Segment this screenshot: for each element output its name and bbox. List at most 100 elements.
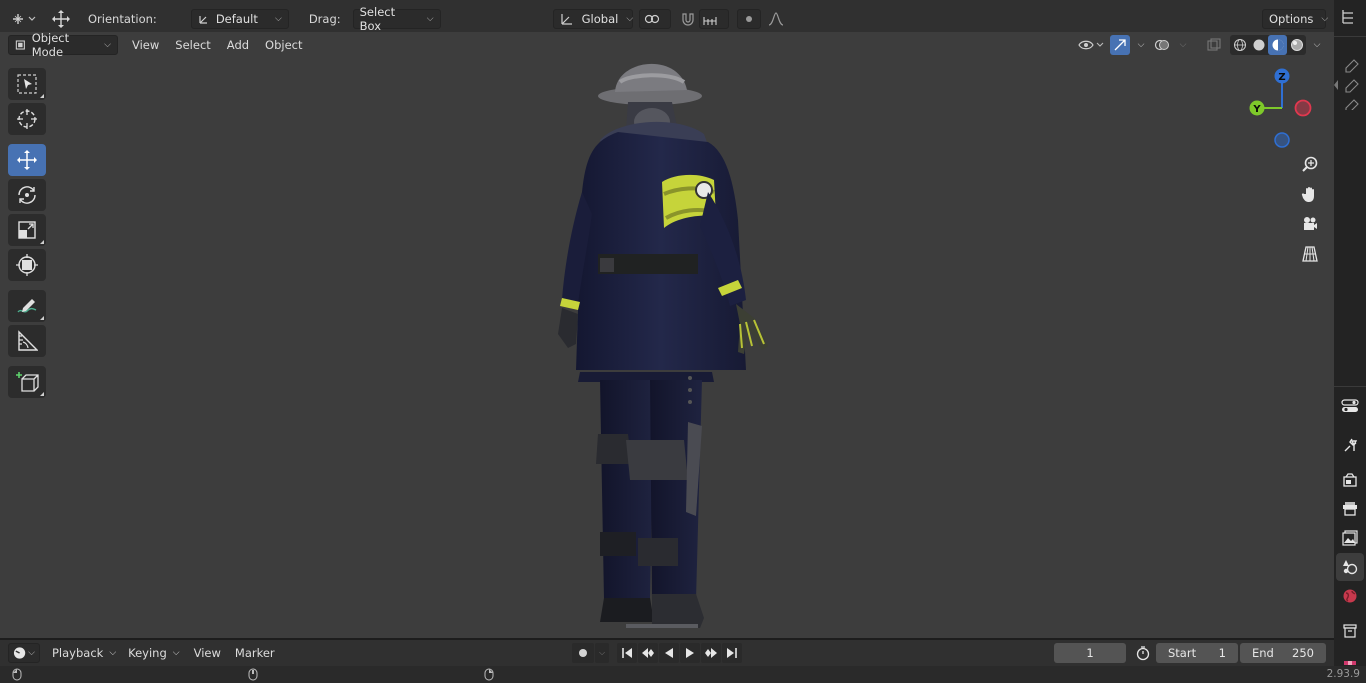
outliner-editor-icon[interactable] xyxy=(1340,8,1358,26)
start-frame-field[interactable]: Start 1 xyxy=(1156,643,1238,663)
menu-view[interactable]: View xyxy=(126,35,165,55)
tab-output[interactable] xyxy=(1336,495,1364,523)
menu-keying[interactable]: Keying ⌵ xyxy=(122,643,185,663)
keying-dropdown[interactable]: ⌵ xyxy=(595,643,609,663)
visibility-dropdown[interactable] xyxy=(1076,35,1106,55)
chevron-down-icon[interactable]: ⌵ xyxy=(1176,35,1190,55)
solid-shading-button[interactable] xyxy=(1249,35,1268,55)
transform-tool[interactable] xyxy=(8,249,46,281)
scale-tool[interactable] xyxy=(8,214,46,246)
annotate-icon xyxy=(17,299,37,313)
menu-marker[interactable]: Marker xyxy=(229,643,281,663)
use-preview-range-toggle[interactable] xyxy=(1132,643,1154,663)
chevron-down-icon[interactable]: ⌵ xyxy=(1134,35,1148,55)
axis-gizmo-icon: Z Y xyxy=(1249,68,1312,148)
snap-target-dropdown[interactable] xyxy=(698,9,729,29)
mouse-right-icon xyxy=(484,668,494,681)
tab-scene[interactable] xyxy=(1336,553,1364,581)
mouse-left-icon xyxy=(12,668,22,681)
menu-keying-label: Keying xyxy=(128,646,167,660)
play-button[interactable] xyxy=(680,643,700,663)
falloff-dropdown[interactable] xyxy=(765,9,787,29)
rendered-sphere-icon xyxy=(1290,39,1303,51)
menu-timeline-view[interactable]: View xyxy=(188,643,227,663)
menu-playback[interactable]: Playback ⌵ xyxy=(46,643,122,663)
annotate-tool[interactable] xyxy=(8,290,46,322)
move-icon xyxy=(17,150,37,170)
collection-box-icon xyxy=(1343,624,1357,638)
jump-start-button[interactable] xyxy=(617,643,637,663)
pivot-point-dropdown[interactable] xyxy=(638,9,671,29)
tab-world[interactable] xyxy=(1336,582,1364,610)
navigation-gizmo[interactable]: Z Y xyxy=(1240,66,1320,156)
cursor-tool[interactable] xyxy=(8,103,46,135)
timeline-editor-type[interactable]: ⌵ xyxy=(8,643,40,663)
panel-collapse-arrow[interactable] xyxy=(1334,80,1338,90)
select-box-tool[interactable] xyxy=(8,68,46,100)
next-keyframe-icon xyxy=(705,648,717,658)
outliner-restrict-icons[interactable] xyxy=(1344,54,1360,110)
camera-view-button[interactable] xyxy=(1296,210,1324,238)
rendered-shading-button[interactable] xyxy=(1287,35,1306,55)
play-reverse-button[interactable] xyxy=(659,643,679,663)
gizmo-z-label: Z xyxy=(1278,72,1285,83)
scale-icon xyxy=(18,221,36,239)
auto-keying-toggle[interactable] xyxy=(572,643,594,663)
menu-select[interactable]: Select xyxy=(169,35,216,55)
menu-add[interactable]: Add xyxy=(221,35,255,55)
orientation-dropdown[interactable]: Default ⌵ xyxy=(190,9,289,29)
firefighter-3d-model[interactable] xyxy=(540,42,800,638)
end-value: 250 xyxy=(1292,646,1314,660)
overlay-toggle[interactable] xyxy=(1152,35,1172,55)
options-label: Options xyxy=(1269,12,1314,26)
tab-collection[interactable] xyxy=(1336,617,1364,645)
object-mode-dropdown[interactable]: Object Mode ⌵ xyxy=(8,31,118,59)
gizmo-toggle[interactable] xyxy=(1110,35,1130,55)
measure-tool[interactable] xyxy=(8,325,46,357)
chevron-down-icon: ⌵ xyxy=(426,14,434,24)
zoom-icon xyxy=(1302,156,1318,172)
next-keyframe-button[interactable] xyxy=(701,643,721,663)
options-dropdown[interactable]: Options ⌵ xyxy=(1262,9,1328,29)
drag-value: Select Box xyxy=(359,5,396,33)
eye-icon xyxy=(1078,40,1104,50)
jump-end-button[interactable] xyxy=(722,643,742,663)
add-cube-icon xyxy=(16,372,39,392)
image-stack-icon xyxy=(1342,530,1358,546)
prev-keyframe-icon xyxy=(642,648,654,658)
perspective-toggle-button[interactable] xyxy=(1296,240,1324,268)
current-frame-field[interactable]: 1 xyxy=(1054,643,1126,663)
play-icon xyxy=(686,648,694,658)
editor-type-selector[interactable] xyxy=(8,9,40,29)
orientation-value: Default xyxy=(215,12,258,26)
snap-toggle[interactable] xyxy=(677,9,699,29)
wireframe-shading-button[interactable] xyxy=(1230,35,1249,55)
chevron-down-icon: ⌵ xyxy=(274,14,282,24)
tab-tool-settings[interactable] xyxy=(1336,392,1364,420)
properties-tabs xyxy=(1336,392,1364,673)
tab-view-layer[interactable] xyxy=(1336,524,1364,552)
transform-space-dropdown[interactable]: Global ⌵ xyxy=(552,9,633,29)
proportional-edit-toggle[interactable] xyxy=(736,9,761,29)
drag-dropdown[interactable]: Select Box ⌵ xyxy=(352,5,441,33)
xray-toggle[interactable] xyxy=(1204,35,1224,55)
falloff-curve-icon xyxy=(768,12,783,26)
hand-icon xyxy=(1301,187,1314,202)
tab-tool[interactable] xyxy=(1336,431,1364,459)
material-shading-button[interactable] xyxy=(1268,35,1287,55)
tab-render[interactable] xyxy=(1336,466,1364,494)
prev-keyframe-button[interactable] xyxy=(638,643,658,663)
move-tool[interactable] xyxy=(8,144,46,176)
transform-tool-icon[interactable] xyxy=(50,9,72,29)
end-frame-field[interactable]: End 250 xyxy=(1240,643,1326,663)
menu-object[interactable]: Object xyxy=(259,35,308,55)
pan-button[interactable] xyxy=(1296,180,1324,208)
add-cube-tool[interactable] xyxy=(8,366,46,398)
zoom-button[interactable] xyxy=(1296,150,1324,178)
mouse-middle-icon xyxy=(248,668,258,681)
chevron-down-icon: ⌵ xyxy=(172,648,180,658)
jump-to-start-icon xyxy=(622,648,632,658)
tool-shelf xyxy=(8,68,50,401)
rotate-tool[interactable] xyxy=(8,179,46,211)
chevron-down-icon[interactable]: ⌵ xyxy=(1310,35,1324,55)
